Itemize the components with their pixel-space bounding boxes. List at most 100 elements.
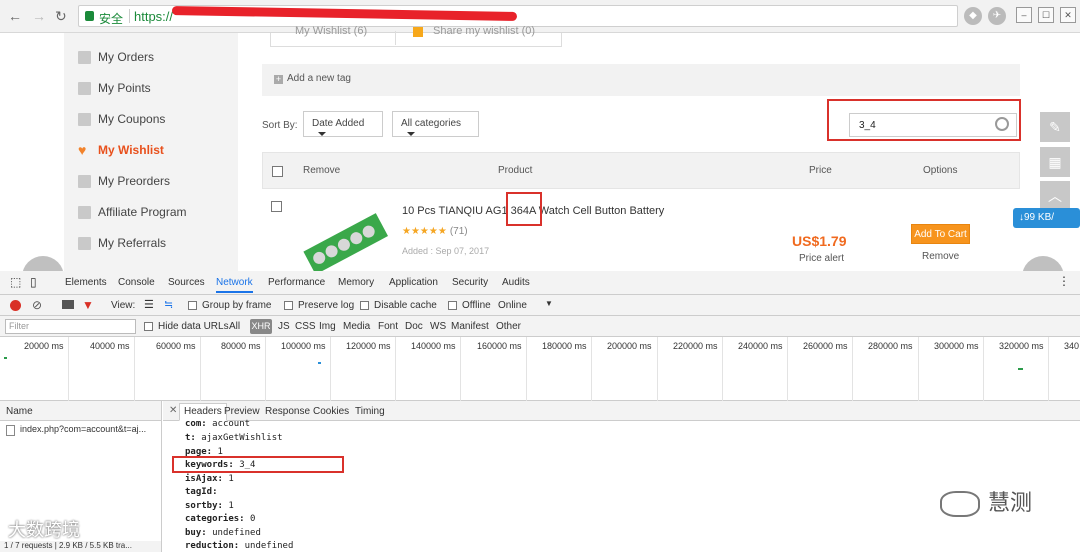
timeline-gridline: [918, 337, 919, 401]
waterfall-view-icon[interactable]: ≒: [164, 298, 173, 311]
sidebar-item-referrals[interactable]: My Referrals: [78, 233, 166, 253]
param-com: com: account: [185, 419, 250, 429]
type-all[interactable]: All: [229, 321, 240, 332]
sidebar-item-orders[interactable]: My Orders: [78, 47, 154, 67]
sidebar-item-preorders[interactable]: My Preorders: [78, 171, 170, 191]
tab-sources[interactable]: Sources: [168, 277, 205, 288]
type-doc[interactable]: Doc: [405, 321, 423, 332]
sidebar-item-points[interactable]: My Points: [78, 78, 151, 98]
name-column-header[interactable]: Name: [0, 401, 161, 421]
sidebar-item-affiliate[interactable]: Affiliate Program: [78, 202, 186, 222]
qr-code-icon[interactable]: ▦: [1040, 147, 1070, 177]
review-count[interactable]: (71): [450, 226, 468, 237]
timeline-label: 180000 ms: [542, 341, 587, 351]
tab-timing[interactable]: Timing: [355, 406, 385, 417]
tab-elements[interactable]: Elements: [65, 277, 107, 288]
timeline-gridline: [265, 337, 266, 401]
type-other[interactable]: Other: [496, 321, 521, 332]
back-to-top-icon[interactable]: ︿: [1040, 181, 1070, 211]
param-sortby: sortby: 1: [185, 501, 234, 511]
param-isajax: isAjax: 1: [185, 474, 234, 484]
type-xhr[interactable]: XHR: [250, 319, 272, 334]
back-icon[interactable]: ←: [8, 8, 22, 24]
tab-share-wishlist[interactable]: Share my wishlist (0): [433, 25, 535, 37]
inspect-icon[interactable]: ⬚: [10, 275, 21, 289]
param-value: account: [212, 419, 251, 429]
device-toggle-icon[interactable]: ▯: [30, 275, 37, 289]
forward-icon[interactable]: →: [32, 8, 46, 24]
tab-my-wishlist[interactable]: My Wishlist (6): [295, 25, 367, 37]
throttle-caret-icon[interactable]: ▼: [545, 299, 553, 308]
heart-icon: ♥: [78, 141, 87, 158]
tab-audits[interactable]: Audits: [502, 277, 530, 288]
param-categories: categories: 0: [185, 514, 255, 524]
remove-link[interactable]: Remove: [922, 251, 959, 262]
tab-performance[interactable]: Performance: [268, 277, 325, 288]
preserve-log-checkbox[interactable]: [284, 301, 293, 310]
referral-icon: [78, 236, 91, 250]
filter-icon[interactable]: ▼: [82, 298, 94, 312]
param-t: t: ajaxGetWishlist: [185, 433, 283, 443]
extension-icon[interactable]: ◆: [964, 7, 982, 25]
category-dropdown[interactable]: All categories: [392, 111, 479, 137]
type-img[interactable]: Img: [319, 321, 336, 332]
minimize-icon[interactable]: –: [1016, 7, 1032, 23]
add-to-cart-button[interactable]: Add To Cart: [911, 224, 970, 244]
type-css[interactable]: CSS: [295, 321, 316, 332]
tab-application[interactable]: Application: [389, 277, 438, 288]
offline-checkbox[interactable]: [448, 301, 457, 310]
tab-network[interactable]: Network: [216, 277, 253, 293]
group-by-frame-checkbox[interactable]: [188, 301, 197, 310]
row-checkbox[interactable]: [271, 201, 282, 212]
reload-icon[interactable]: ↻: [55, 8, 67, 25]
type-media[interactable]: Media: [343, 321, 370, 332]
sort-date-dropdown[interactable]: Date Added: [303, 111, 383, 137]
tab-memory[interactable]: Memory: [338, 277, 374, 288]
hide-data-urls-checkbox[interactable]: [144, 322, 153, 331]
sidebar-item-wishlist[interactable]: ♥ My Wishlist: [78, 140, 164, 160]
throttle-select[interactable]: Online: [498, 300, 527, 311]
plus-icon[interactable]: +: [274, 75, 283, 84]
clear-icon[interactable]: ⊘: [32, 298, 42, 312]
disable-cache-checkbox[interactable]: [360, 301, 369, 310]
tab-security[interactable]: Security: [452, 277, 488, 288]
details-tabbar: ✕ Headers Preview Response Cookies Timin…: [163, 401, 1080, 421]
header-remove[interactable]: Remove: [303, 165, 340, 176]
type-font[interactable]: Font: [378, 321, 398, 332]
network-timeline[interactable]: 20000 ms 40000 ms 60000 ms 80000 ms 1000…: [0, 337, 1080, 401]
list-view-icon[interactable]: ☰: [144, 298, 154, 311]
timeline-gridline: [722, 337, 723, 401]
timeline-label: 260000 ms: [803, 341, 848, 351]
restore-icon[interactable]: ☐: [1038, 7, 1054, 23]
param-value: 1: [228, 501, 234, 511]
timeline-label: 240000 ms: [738, 341, 783, 351]
timeline-gridline: [200, 337, 201, 401]
tab-preview[interactable]: Preview: [224, 406, 260, 417]
tab-cookies[interactable]: Cookies: [313, 406, 349, 417]
select-all-checkbox[interactable]: [272, 166, 283, 177]
more-options-icon[interactable]: ⋮: [1058, 274, 1070, 288]
record-icon[interactable]: [10, 300, 21, 311]
added-date: Added : Sep 07, 2017: [402, 246, 490, 256]
timeline-label: 320000 ms: [999, 341, 1044, 351]
tab-console[interactable]: Console: [118, 277, 155, 288]
product-image[interactable]: [298, 212, 388, 274]
close-icon[interactable]: ✕: [1060, 7, 1076, 23]
timeline-label: 140000 ms: [411, 341, 456, 351]
request-row[interactable]: index.php?com=account&t=aj...: [0, 421, 161, 439]
type-manifest[interactable]: Manifest: [451, 321, 489, 332]
edit-icon[interactable]: ✎: [1040, 112, 1070, 142]
pin-icon[interactable]: ✈: [988, 7, 1006, 25]
type-ws[interactable]: WS: [430, 321, 446, 332]
sidebar-item-coupons[interactable]: My Coupons: [78, 109, 165, 129]
camera-icon[interactable]: [62, 300, 74, 309]
price-alert-link[interactable]: Price alert: [799, 253, 844, 264]
add-tag-link[interactable]: Add a new tag: [287, 73, 351, 84]
timeline-label: 300000 ms: [934, 341, 979, 351]
timeline-label: 280000 ms: [868, 341, 913, 351]
param-key: categories:: [185, 514, 245, 524]
close-details-icon[interactable]: ✕: [169, 405, 177, 416]
type-js[interactable]: JS: [278, 321, 290, 332]
tab-response[interactable]: Response: [265, 406, 310, 417]
filter-input[interactable]: Filter: [5, 319, 136, 334]
